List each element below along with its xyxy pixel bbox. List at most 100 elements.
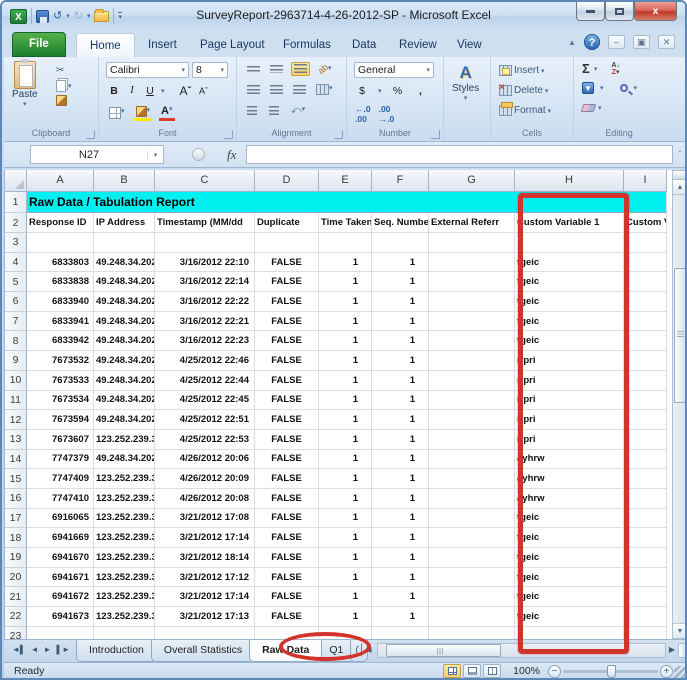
fill-button[interactable]: ▼ bbox=[582, 82, 594, 94]
cell[interactable] bbox=[94, 627, 155, 639]
number-format-combo[interactable]: General▾ bbox=[354, 62, 434, 78]
cell[interactable] bbox=[429, 548, 515, 568]
cell[interactable] bbox=[429, 469, 515, 489]
orientation-button[interactable]: ab▾ bbox=[316, 63, 334, 75]
cell-header[interactable]: Timestamp (MM/dd bbox=[155, 213, 255, 233]
cell[interactable]: 3/21/2012 17:08 bbox=[155, 509, 255, 529]
cell[interactable]: 3/21/2012 17:14 bbox=[155, 587, 255, 607]
cell[interactable]: 1 bbox=[372, 509, 429, 529]
cell[interactable] bbox=[429, 587, 515, 607]
cell[interactable]: 1 bbox=[319, 469, 372, 489]
help-icon[interactable]: ? bbox=[584, 34, 600, 50]
row-header-7[interactable]: 7 bbox=[5, 312, 27, 332]
close-button[interactable]: x bbox=[634, 2, 677, 21]
cell[interactable]: 3/16/2012 22:23 bbox=[155, 331, 255, 351]
cell[interactable] bbox=[429, 371, 515, 391]
align-right-button[interactable] bbox=[291, 84, 308, 96]
cell[interactable]: 6833803 bbox=[27, 253, 94, 273]
tab-data[interactable]: Data bbox=[339, 33, 389, 57]
cell[interactable] bbox=[624, 607, 667, 627]
tab-file[interactable]: File bbox=[12, 32, 66, 57]
autosum-button[interactable]: Σ bbox=[582, 61, 590, 76]
column-header-C[interactable]: C bbox=[155, 170, 255, 192]
styles-button[interactable]: A Styles ▾ bbox=[452, 63, 479, 102]
row-header-23[interactable]: 23 bbox=[5, 627, 27, 639]
format-painter-button[interactable] bbox=[56, 93, 72, 108]
cell[interactable]: 4/25/2012 22:44 bbox=[155, 371, 255, 391]
decrease-decimal-button[interactable]: .00→.0 bbox=[379, 104, 395, 124]
cell[interactable]: 1 bbox=[319, 528, 372, 548]
cell[interactable]: 1 bbox=[372, 568, 429, 588]
cell[interactable] bbox=[372, 627, 429, 639]
row-header-21[interactable]: 21 bbox=[5, 587, 27, 607]
currency-dropdown-icon[interactable]: ▾ bbox=[378, 87, 382, 95]
cell-header[interactable]: Seq. Number bbox=[372, 213, 429, 233]
cell[interactable]: 1 bbox=[319, 371, 372, 391]
tab-view[interactable]: View bbox=[444, 33, 495, 57]
cell[interactable]: FALSE bbox=[255, 410, 319, 430]
cell[interactable]: 1 bbox=[372, 450, 429, 470]
font-dialog-launcher-icon[interactable] bbox=[224, 130, 233, 139]
wrap-text-button[interactable]: ⤺▾ bbox=[289, 104, 307, 117]
grow-font-button[interactable]: Aˇ bbox=[179, 83, 193, 98]
cell[interactable] bbox=[429, 391, 515, 411]
cell[interactable]: 1 bbox=[319, 509, 372, 529]
cell[interactable]: FALSE bbox=[255, 509, 319, 529]
cell[interactable] bbox=[624, 331, 667, 351]
cell[interactable]: 7747379 bbox=[27, 450, 94, 470]
cell[interactable] bbox=[155, 627, 255, 639]
cell[interactable]: 49.248.34.202 bbox=[94, 351, 155, 371]
copy-button[interactable]: ▾ bbox=[56, 78, 72, 93]
cell[interactable]: FALSE bbox=[255, 331, 319, 351]
hscroll-right-icon[interactable]: ▶ bbox=[666, 644, 678, 655]
cell[interactable] bbox=[624, 391, 667, 411]
clear-button-icon[interactable] bbox=[581, 104, 597, 112]
row-header-2[interactable]: 2 bbox=[5, 213, 27, 233]
cell[interactable]: 123.252.239.3 bbox=[94, 607, 155, 627]
cell[interactable]: 1 bbox=[372, 351, 429, 371]
cell[interactable] bbox=[372, 233, 429, 253]
cell[interactable]: 123.252.239.3 bbox=[94, 469, 155, 489]
row-header-13[interactable]: 13 bbox=[5, 430, 27, 450]
cell[interactable]: 49.248.34.202 bbox=[94, 292, 155, 312]
font-name-combo[interactable]: Calibri▾ bbox=[106, 62, 189, 78]
cell[interactable] bbox=[429, 331, 515, 351]
alignment-dialog-launcher-icon[interactable] bbox=[334, 130, 343, 139]
row-header-8[interactable]: 8 bbox=[5, 331, 27, 351]
cell[interactable]: 7673594 bbox=[27, 410, 94, 430]
cell[interactable]: 49.248.34.202 bbox=[94, 312, 155, 332]
insert-cells-button[interactable]: Insert▾ bbox=[499, 63, 545, 78]
row-header-19[interactable]: 19 bbox=[5, 548, 27, 568]
row-header-9[interactable]: 9 bbox=[5, 351, 27, 371]
cell[interactable]: 1 bbox=[319, 312, 372, 332]
cell[interactable]: 1 bbox=[372, 331, 429, 351]
cell[interactable]: 1 bbox=[372, 528, 429, 548]
zoom-in-button[interactable]: + bbox=[660, 665, 673, 678]
cell[interactable] bbox=[624, 509, 667, 529]
cell[interactable] bbox=[155, 233, 255, 253]
vertical-scroll-thumb[interactable] bbox=[674, 268, 686, 403]
cell[interactable]: 1 bbox=[319, 450, 372, 470]
font-color-button[interactable]: A▾ bbox=[159, 104, 174, 121]
cell[interactable] bbox=[429, 292, 515, 312]
cell[interactable]: FALSE bbox=[255, 371, 319, 391]
row-header-10[interactable]: 10 bbox=[5, 371, 27, 391]
next-sheet-icon[interactable]: ► bbox=[42, 644, 54, 655]
column-header-B[interactable]: B bbox=[94, 170, 155, 192]
cell[interactable]: 4/26/2012 20:08 bbox=[155, 489, 255, 509]
cell[interactable] bbox=[624, 351, 667, 371]
cell[interactable]: 49.248.34.202 bbox=[94, 272, 155, 292]
cell[interactable]: FALSE bbox=[255, 489, 319, 509]
cell[interactable] bbox=[624, 528, 667, 548]
cell[interactable]: 3/16/2012 22:22 bbox=[155, 292, 255, 312]
workbook-close-button[interactable]: ✕ bbox=[658, 35, 675, 49]
column-header-A[interactable]: A bbox=[27, 170, 94, 192]
row-header-20[interactable]: 20 bbox=[5, 568, 27, 588]
tab-review[interactable]: Review bbox=[386, 33, 450, 57]
fill-color-button[interactable]: ▾ bbox=[134, 105, 153, 121]
cell[interactable]: 6833838 bbox=[27, 272, 94, 292]
cell[interactable]: 7747409 bbox=[27, 469, 94, 489]
cell[interactable]: 1 bbox=[319, 351, 372, 371]
cell[interactable]: 49.248.34.202 bbox=[94, 253, 155, 273]
cell[interactable]: FALSE bbox=[255, 528, 319, 548]
